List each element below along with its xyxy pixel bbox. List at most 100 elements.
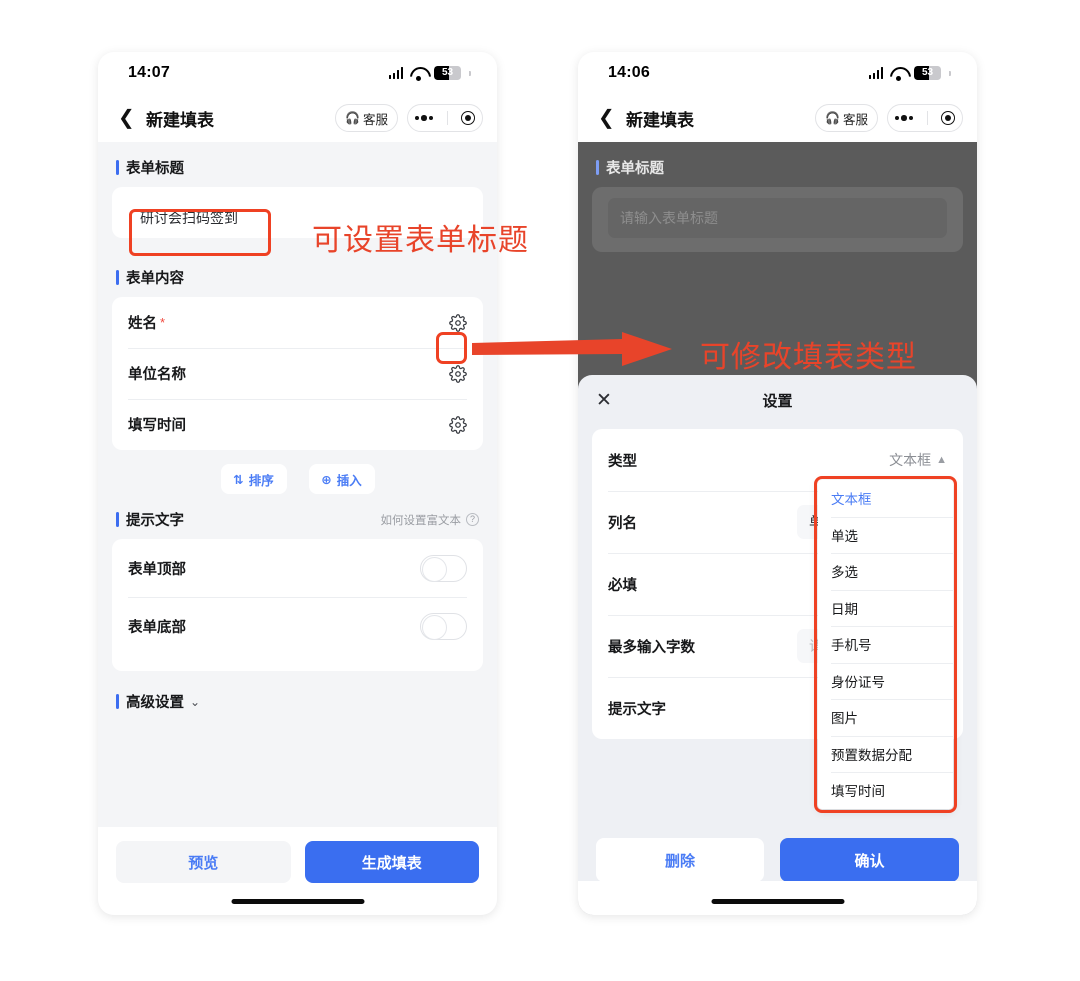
- sheet-title: 设置: [762, 392, 793, 410]
- field-label: 单位名称: [128, 367, 186, 383]
- generate-form-button[interactable]: 生成填表: [304, 841, 479, 883]
- support-button[interactable]: 🎧 客服: [815, 104, 878, 132]
- hint-row-label: 表单顶部: [128, 561, 186, 578]
- rich-text-help-link[interactable]: 如何设置富文本 ?: [380, 512, 479, 528]
- toggle-form-bottom[interactable]: [420, 612, 467, 640]
- dropdown-option[interactable]: 多选: [818, 553, 953, 590]
- annotation-type-hint: 可修改填表类型: [700, 341, 917, 374]
- chevron-left-icon[interactable]: ❮: [118, 108, 140, 128]
- section-title: 表单内容: [126, 271, 184, 287]
- sort-label: 排序: [248, 473, 274, 488]
- type-value: 文本框: [889, 452, 932, 468]
- section-header-form-title: 表单标题: [98, 142, 497, 187]
- toggle-form-top[interactable]: [420, 554, 467, 582]
- chevron-up-icon[interactable]: ▲: [936, 454, 947, 466]
- support-label: 客服: [842, 112, 868, 127]
- footer-left: 预览 生成填表: [98, 827, 497, 915]
- status-bar-left: 14:07 53: [98, 52, 497, 94]
- sort-button[interactable]: ⇅ 排序: [220, 464, 287, 494]
- cellular-bars-icon: [868, 67, 883, 79]
- dropdown-option[interactable]: 图片: [818, 699, 953, 736]
- battery-tip: [949, 70, 951, 76]
- field-label: 填写时间: [128, 418, 186, 434]
- page-title: 新建填表: [626, 110, 694, 130]
- question-circle-icon[interactable]: ?: [466, 513, 479, 526]
- dropdown-option[interactable]: 填写时间: [818, 772, 953, 809]
- phone-right: 14:06 53 ❮ 新建填表 🎧 客服 表单标题 请输入表单标题 ✕ 设置 类…: [578, 52, 977, 915]
- status-time: 14:07: [128, 64, 170, 81]
- dropdown-option[interactable]: 手机号: [818, 626, 953, 663]
- insert-label: 插入: [336, 473, 362, 488]
- battery-level: 53: [921, 67, 934, 78]
- section-header-advanced[interactable]: 高级设置 ⌄: [98, 671, 497, 721]
- battery-level: 53: [441, 67, 454, 78]
- section-title: 表单标题: [606, 161, 664, 177]
- annotation-arrow-icon: [472, 332, 672, 366]
- confirm-button[interactable]: 确认: [780, 838, 959, 882]
- hint-text-card: 表单顶部 表单底部: [112, 539, 483, 671]
- gear-icon[interactable]: [449, 313, 467, 332]
- row-label: 提示文字: [608, 701, 666, 718]
- mini-program-capsule[interactable]: [407, 104, 483, 132]
- mini-program-capsule[interactable]: [887, 104, 963, 132]
- form-title-input[interactable]: 请输入表单标题: [608, 198, 947, 238]
- insert-button[interactable]: ⊕ 插入: [308, 464, 375, 494]
- dropdown-option[interactable]: 日期: [818, 589, 953, 627]
- dropdown-option[interactable]: 单选: [818, 516, 953, 554]
- dropdown-option[interactable]: 身份证号: [818, 662, 953, 700]
- row-label: 列名: [608, 515, 637, 532]
- battery-icon: 53: [434, 66, 461, 80]
- table-row[interactable]: 表单顶部: [112, 539, 483, 597]
- more-dots-icon[interactable]: [414, 115, 434, 121]
- dropdown-option[interactable]: 文本框: [818, 480, 953, 517]
- home-indicator: [231, 899, 364, 904]
- type-select[interactable]: 文本框 ▲: [889, 450, 947, 470]
- table-row[interactable]: 填写时间: [112, 399, 483, 450]
- home-indicator: [711, 899, 844, 904]
- form-title-card-dim: 请输入表单标题: [592, 187, 963, 252]
- section-title: 表单标题: [126, 161, 184, 177]
- annotation-title-hint: 可设置表单标题: [312, 224, 529, 257]
- highlight-box-gear: [436, 332, 467, 364]
- home-indicator-area: [578, 881, 977, 915]
- preview-button[interactable]: 预览: [116, 841, 291, 883]
- status-icons: 53: [868, 66, 951, 81]
- row-label: 类型: [608, 453, 637, 470]
- chevron-left-icon[interactable]: ❮: [598, 108, 620, 128]
- gear-icon[interactable]: [449, 415, 467, 434]
- target-circle-icon[interactable]: [461, 111, 476, 125]
- wifi-icon: [410, 67, 427, 81]
- row-label: 最多输入字数: [608, 639, 695, 656]
- section-title: 提示文字: [126, 513, 184, 529]
- sort-arrows-icon: ⇅: [233, 472, 244, 487]
- section-header-hint-text: 提示文字 如何设置富文本 ?: [98, 494, 497, 539]
- delete-button[interactable]: 删除: [596, 838, 764, 882]
- headphone-icon: 🎧: [345, 111, 360, 125]
- support-label: 客服: [362, 112, 388, 127]
- more-dots-icon[interactable]: [894, 115, 914, 121]
- gear-icon[interactable]: [449, 364, 467, 383]
- screenshot-stage: 14:07 53 ❮ 新建填表 🎧 客服 表单标题 研讨会扫码签到 表单内容 姓…: [0, 0, 1080, 981]
- field-label: 姓名: [128, 316, 157, 332]
- status-bar-right: 14:06 53: [578, 52, 977, 94]
- sheet-header: ✕ 设置: [578, 375, 977, 425]
- section-header-form-title-dim: 表单标题: [578, 142, 977, 187]
- nav-bar-left: ❮ 新建填表 🎧 客服: [98, 94, 497, 142]
- page-body-right: 表单标题 请输入表单标题 ✕ 设置 类型 文本框 ▲ 列名 必填 最多输入字数 …: [578, 142, 977, 915]
- help-label: 如何设置富文本: [380, 514, 462, 527]
- table-row[interactable]: 姓名 *: [112, 297, 483, 348]
- battery-icon: 53: [914, 66, 941, 80]
- table-row[interactable]: 单位名称: [112, 348, 483, 399]
- dropdown-option[interactable]: 预置数据分配: [818, 735, 953, 773]
- status-icons: 53: [388, 66, 471, 81]
- page-title: 新建填表: [146, 110, 214, 130]
- phone-left: 14:07 53 ❮ 新建填表 🎧 客服 表单标题 研讨会扫码签到 表单内容 姓…: [98, 52, 497, 915]
- hint-row-label: 表单底部: [128, 619, 186, 636]
- chevron-down-icon[interactable]: ⌄: [190, 695, 200, 709]
- type-dropdown-menu[interactable]: 文本框 单选 多选 日期 手机号 身份证号 图片 预置数据分配 填写时间: [814, 476, 957, 813]
- table-row[interactable]: 表单底部: [112, 597, 483, 655]
- target-circle-icon[interactable]: [941, 111, 956, 125]
- support-button[interactable]: 🎧 客服: [335, 104, 398, 132]
- field-action-buttons: ⇅ 排序 ⊕ 插入: [98, 464, 497, 494]
- wifi-icon: [890, 67, 907, 81]
